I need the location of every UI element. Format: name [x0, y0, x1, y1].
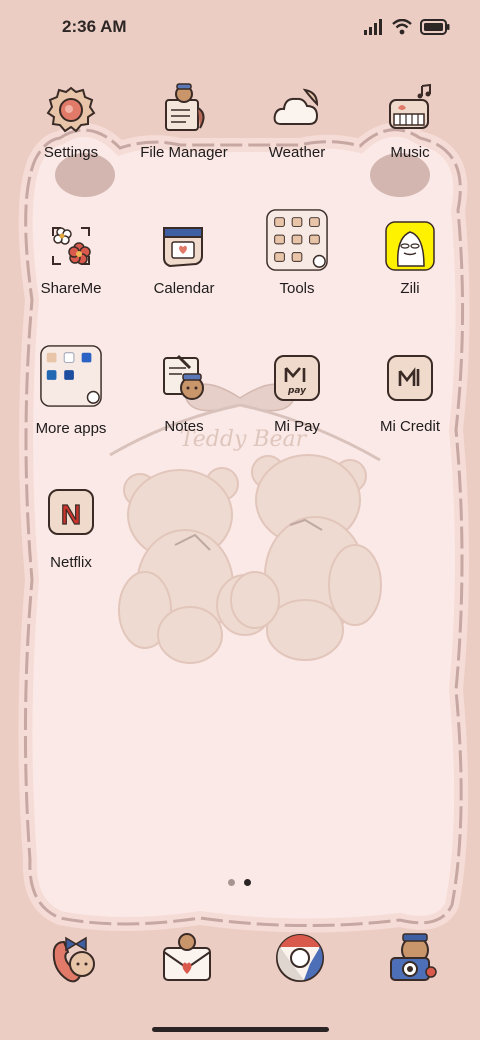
status-time: 2:36 AM [62, 17, 127, 36]
more-apps-folder-icon [40, 345, 102, 407]
app-label: Netflix [50, 554, 92, 571]
battery-icon [420, 19, 450, 35]
zili-face-icon [385, 221, 435, 271]
app-mi-credit[interactable]: Mi Credit [354, 352, 466, 470]
mi-pay-icon-text: pay [287, 386, 307, 396]
weather-cloud-icon [273, 88, 319, 125]
phone-bear-icon[interactable] [46, 930, 102, 986]
file-manager-bear-icon [165, 83, 205, 131]
app-weather[interactable]: Weather [241, 82, 353, 200]
page-dot-2-active[interactable] [244, 879, 251, 886]
app-label: Zili [400, 280, 420, 297]
app-label: ShareMe [40, 280, 102, 297]
app-file-manager[interactable]: File Manager [128, 82, 240, 200]
tools-folder-icon [266, 209, 328, 271]
app-label: Weather [268, 144, 326, 161]
calendar-icon [163, 227, 203, 268]
page-indicator [226, 878, 256, 888]
app-label: Notes [164, 418, 204, 435]
app-label: More apps [35, 420, 107, 437]
app-label: File Manager [140, 144, 228, 161]
messages-envelope-icon[interactable] [159, 930, 215, 986]
app-music[interactable]: Music [354, 82, 466, 200]
chrome-browser-icon[interactable] [272, 930, 328, 986]
app-label: Mi Pay [274, 418, 320, 435]
status-bar: 2:36 AM [0, 0, 480, 56]
netflix-icon: N [48, 489, 94, 535]
camera-bear-icon[interactable] [385, 930, 441, 986]
music-piano-icon [389, 83, 431, 129]
app-folder-more-apps[interactable]: More apps [15, 344, 127, 462]
shareme-flower-icon [52, 227, 91, 265]
app-notes[interactable]: Notes [128, 352, 240, 470]
mi-pay-icon: pay [274, 355, 320, 401]
app-label: Music [390, 144, 430, 161]
app-mi-pay[interactable]: pay Mi Pay [241, 352, 353, 470]
app-folder-tools[interactable]: Tools [241, 208, 353, 326]
app-label: Calendar [153, 280, 215, 297]
app-calendar[interactable]: Calendar [128, 218, 240, 336]
app-settings[interactable]: Settings [15, 82, 127, 200]
wifi-icon [392, 19, 412, 35]
app-shareme[interactable]: ShareMe [15, 218, 127, 336]
netflix-icon-letter: N [61, 499, 81, 530]
signal-icon [364, 19, 382, 35]
app-zili[interactable]: Zili [354, 218, 466, 336]
app-label: Mi Credit [379, 418, 440, 435]
mi-credit-icon [387, 355, 433, 401]
home-indicator[interactable] [152, 1027, 329, 1032]
notes-bear-icon [163, 354, 204, 400]
settings-gear-icon [46, 86, 96, 133]
app-label: Tools [279, 280, 315, 297]
app-netflix[interactable]: N Netflix [15, 488, 127, 606]
page-dot-1[interactable] [228, 879, 235, 886]
app-label: Settings [43, 144, 99, 161]
